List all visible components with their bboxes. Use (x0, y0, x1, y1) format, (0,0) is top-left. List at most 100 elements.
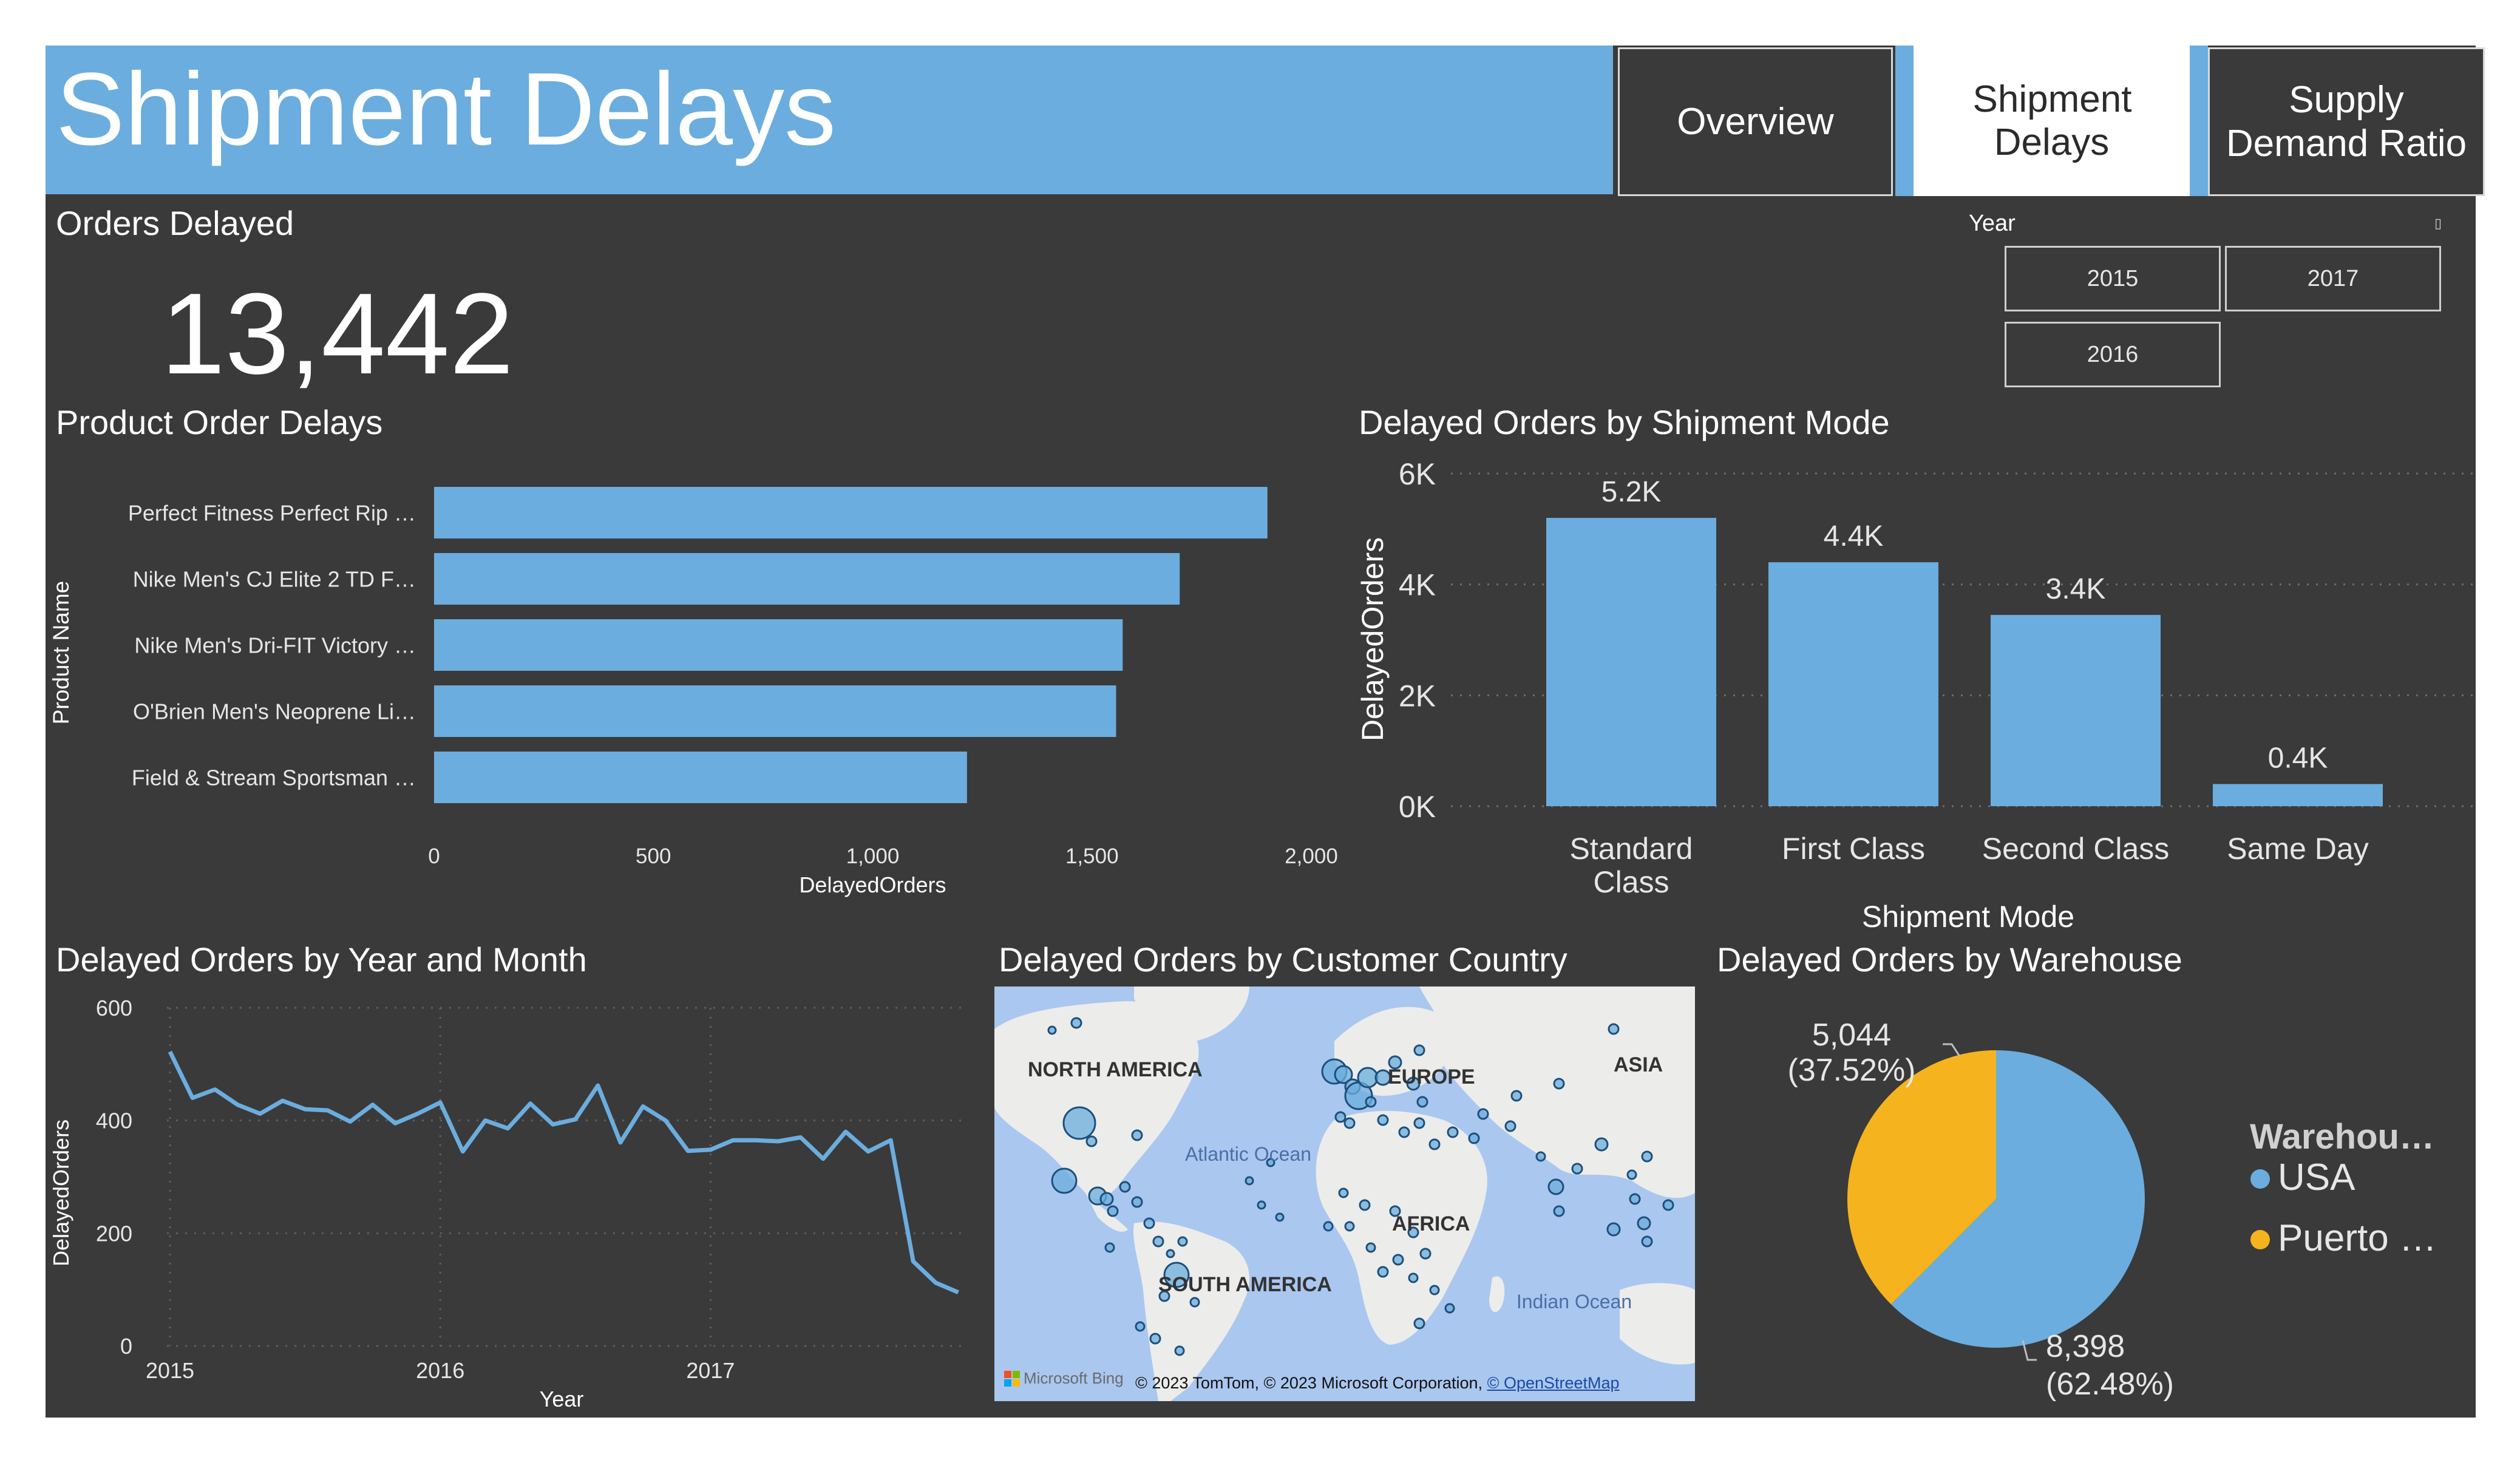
map-label-asia: ASIA (1614, 1053, 1663, 1076)
year-slicer-label: Year (1969, 211, 2016, 236)
map-bubble (1641, 1235, 1653, 1248)
product-y-axis-title: Product Name (49, 581, 73, 725)
map-bubble (1571, 1163, 1583, 1175)
map-bubble (1594, 1137, 1609, 1152)
map-bubble (1413, 1044, 1425, 1056)
openstreetmap-link[interactable]: © OpenStreetMap (1487, 1374, 1620, 1392)
line-y-tick: 200 (96, 1221, 132, 1246)
map-bubble (1398, 1126, 1410, 1138)
mode-x-tick: Standard (1570, 832, 1693, 866)
product-tick-label: Nike Men's Dri-FIT Victory … (134, 633, 416, 658)
map-bubble (1413, 1317, 1425, 1330)
map-bubble (1189, 1297, 1200, 1308)
map-bubble (1174, 1345, 1185, 1356)
mode-bar (2213, 784, 2383, 806)
bing-logo: Microsoft Bing (1004, 1369, 1124, 1388)
mode-y-tick: 2K (1399, 679, 1436, 713)
map-bubble (1245, 1176, 1254, 1186)
eraser-icon[interactable]: ▯ (2434, 216, 2442, 231)
map-label-europe: EUROPE (1388, 1065, 1475, 1089)
map-bubble (1357, 1067, 1379, 1089)
pie-percent-label: (62.48%) (2046, 1367, 2174, 1402)
map-title: Delayed Orders by Customer Country (999, 940, 1567, 979)
nav-overview-button[interactable]: Overview (1618, 47, 1893, 196)
year-slicer-2015[interactable]: 2015 (2005, 246, 2221, 311)
year-slicer-2016[interactable]: 2016 (2005, 322, 2221, 387)
map-bubble (1131, 1196, 1143, 1208)
map-label-atlantic: Atlantic Ocean (1185, 1143, 1311, 1165)
map-bubble (1444, 1303, 1455, 1314)
map-bubble (1419, 1248, 1432, 1260)
map-bubble (1416, 1096, 1428, 1108)
pie-legend-label: Puerto … (2278, 1217, 2437, 1259)
nav-shipment-delays-button[interactable]: Shipment Delays (1914, 46, 2190, 196)
mode-bar (1546, 518, 1716, 806)
map-bubble (1606, 1222, 1621, 1237)
map-bubble (1547, 1178, 1564, 1195)
mode-data-label: 0.4K (2268, 742, 2328, 774)
product-bar (434, 685, 1116, 737)
map-bubble (1334, 1111, 1347, 1123)
line-x-axis-title: Year (540, 1387, 584, 1408)
line-x-tick: 2015 (146, 1358, 194, 1383)
map-bubble (1608, 1023, 1620, 1035)
mode-y-tick: 6K (1399, 457, 1436, 491)
product-bar (434, 553, 1180, 605)
mode-bar (1768, 562, 1938, 806)
map-bubble (1428, 1138, 1441, 1150)
map-bubble (1629, 1193, 1641, 1205)
year-slicer-2017[interactable]: 2017 (2225, 246, 2441, 311)
pie-value-label: 5,044 (1812, 1017, 1891, 1053)
map-bubble (1149, 1333, 1161, 1345)
map-bubble (1062, 1106, 1096, 1140)
map-bubble (1143, 1217, 1155, 1229)
map-bubble (1504, 1120, 1516, 1132)
map-bubble (1070, 1017, 1082, 1029)
map-label-south-america: SOUTH AMERICA (1158, 1273, 1332, 1296)
map-bubble (1365, 1096, 1377, 1108)
map-bubble (1131, 1129, 1143, 1141)
mode-x-tick: First Class (1782, 832, 1925, 866)
product-x-axis-title: DelayedOrders (799, 872, 946, 897)
warehouse-pie-chart: 8,398(62.48%) 5,044(37.52%) Warehou…USA Pue… (1788, 1017, 2437, 1402)
nav-supply-demand-label: Supply Demand Ratio (2226, 79, 2467, 165)
product-bar (434, 487, 1268, 538)
map-bubble (1468, 1132, 1480, 1144)
line-y-tick: 600 (96, 996, 132, 1021)
map-bubble (1413, 1117, 1425, 1129)
product-tick-label: O'Brien Men's Neoprene Li… (133, 699, 416, 724)
map-bubble (1135, 1321, 1146, 1332)
nav-supply-demand-button[interactable]: Supply Demand Ratio (2208, 47, 2485, 196)
product-x-tick: 1,500 (1065, 844, 1119, 868)
map-label-africa: AFRICA (1392, 1212, 1470, 1235)
mode-y-tick: 0K (1399, 790, 1436, 824)
product-tick-label: Nike Men's CJ Elite 2 TD F… (133, 567, 416, 592)
mode-y-tick: 4K (1399, 568, 1436, 602)
map-bubble (1377, 1266, 1389, 1278)
pie-value-label: 8,398 (2046, 1329, 2125, 1364)
mode-x-tick: Class (1593, 865, 1669, 899)
map-bubble (1662, 1199, 1674, 1211)
product-tick-label: Perfect Fitness Perfect Rip … (128, 501, 416, 526)
map-bubble (1359, 1199, 1371, 1211)
mode-x-tick: Second Class (1982, 832, 2170, 866)
customer-country-map[interactable]: NORTH AMERICA EUROPE ASIA AFRICA SOUTH A… (994, 987, 1695, 1401)
map-canvas: NORTH AMERICA EUROPE ASIA AFRICA SOUTH A… (994, 987, 1695, 1401)
product-bar (434, 619, 1123, 671)
product-bar (434, 752, 967, 803)
map-bubble (1553, 1205, 1565, 1217)
map-bubble (1365, 1242, 1376, 1253)
mode-x-tick: Same Day (2227, 832, 2368, 866)
mode-y-axis-title: DelayedOrders (1356, 537, 1390, 741)
pie-legend-marker (2250, 1230, 2270, 1249)
shipment-mode-title: Delayed Orders by Shipment Mode (1359, 403, 1890, 441)
delayed-orders-line (168, 1050, 959, 1295)
year-month-title: Delayed Orders by Year and Month (56, 940, 587, 979)
mode-data-label: 3.4K (2046, 573, 2106, 605)
map-bubble (1447, 1126, 1459, 1138)
mode-bar (1991, 614, 2161, 806)
pie-percent-label: (37.52%) (1788, 1053, 1916, 1088)
line-x-tick: 2017 (686, 1358, 735, 1383)
map-bubble (1275, 1212, 1285, 1222)
map-bubble (1510, 1090, 1523, 1102)
